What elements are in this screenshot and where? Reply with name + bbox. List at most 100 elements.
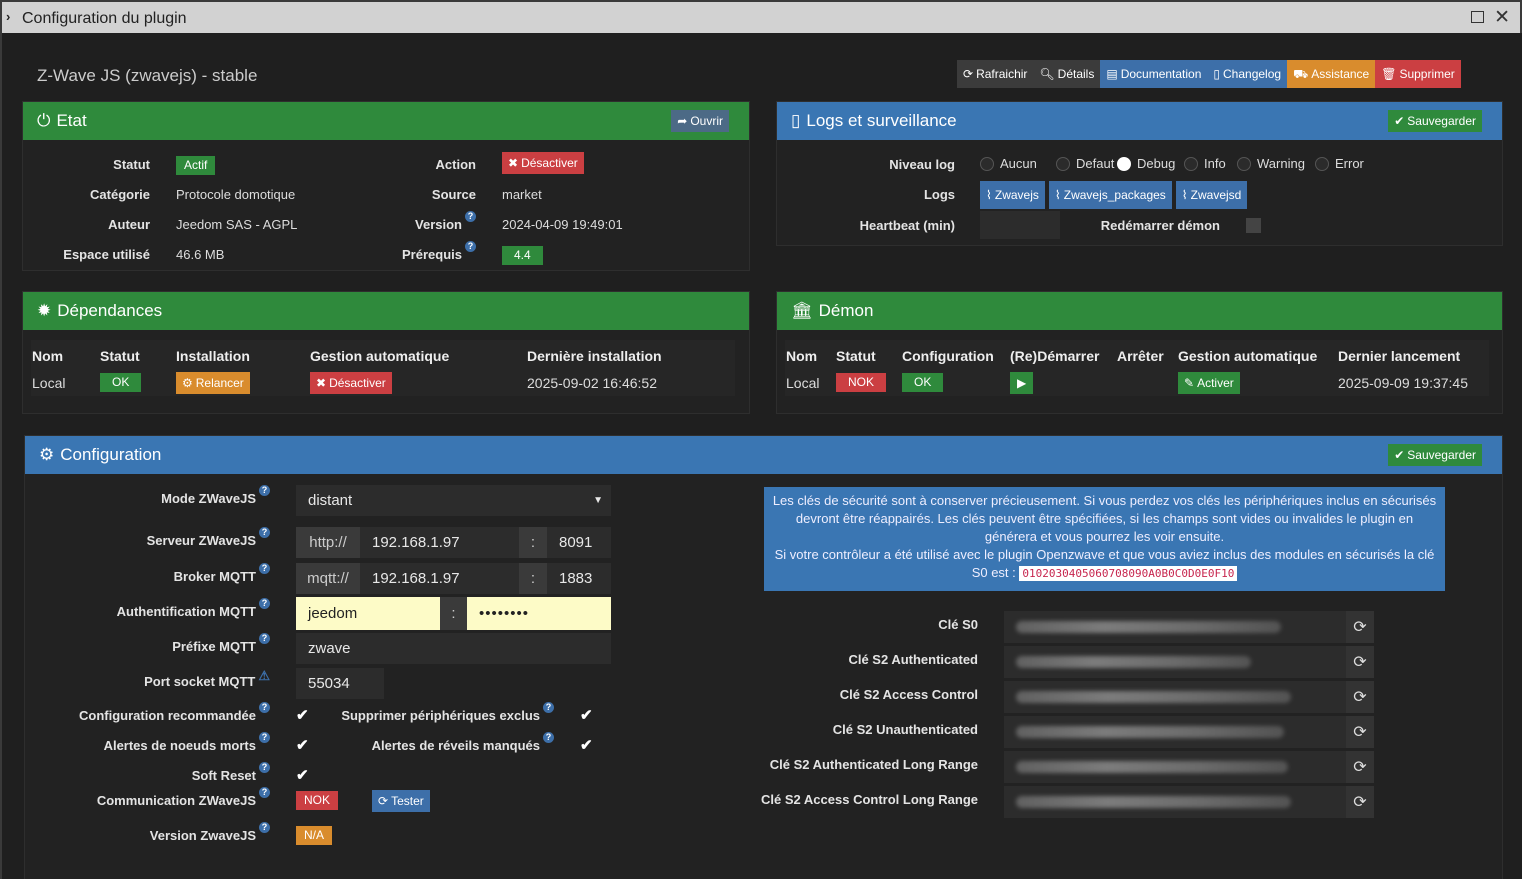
broker-proto: mqtt:// [296, 563, 360, 594]
maximize-icon[interactable] [1471, 11, 1484, 23]
tester-button[interactable]: ⟳ Tester [372, 790, 430, 812]
radio-debug[interactable]: Debug [1117, 156, 1184, 171]
broker-input-group: mqtt:// 192.168.1.97 : 1883 [296, 563, 611, 594]
config-save-button[interactable]: ✔ Sauvegarder [1388, 444, 1482, 466]
open-button[interactable]: ➦ Ouvrir [671, 110, 729, 132]
assistance-button[interactable]: ⛟ Assistance [1287, 60, 1376, 88]
refresh-label: Rafraichir [976, 67, 1028, 81]
port-input[interactable]: 55034 [296, 668, 384, 699]
refresh-button[interactable]: ⟳ Rafraichir [957, 60, 1034, 88]
regenerate-key-button[interactable]: ⟳ [1346, 681, 1374, 713]
mode-select[interactable]: distant ▼ [296, 485, 611, 516]
soft-reset-label: Soft Reset? [60, 762, 270, 783]
help-icon[interactable]: ? [259, 563, 270, 574]
key-s2-auth-input[interactable] [1004, 646, 1346, 678]
broker-label: Broker MQTT? [60, 563, 270, 584]
regenerate-key-button[interactable]: ⟳ [1346, 786, 1374, 818]
help-icon[interactable]: ? [465, 241, 476, 252]
radio-circle-selected[interactable] [1117, 156, 1131, 171]
mqtt-password-input[interactable]: •••••••• [467, 597, 611, 630]
close-icon[interactable]: ✕ [1494, 6, 1510, 29]
key-s2-unauth-input[interactable] [1004, 716, 1346, 748]
key-s0-input[interactable] [1004, 611, 1346, 643]
warning-icon[interactable]: ⚠ [258, 668, 270, 684]
relancer-button[interactable]: ⚙ Relancer [176, 372, 250, 394]
log-button-label: Zwavejsd [1190, 188, 1242, 202]
key-s2-auth-lr-input[interactable] [1004, 751, 1346, 783]
suppr-label: Supprimer périphériques exclus? [330, 702, 554, 723]
reco-label: Configuration recommandée? [60, 702, 270, 723]
prefix-input[interactable]: zwave [296, 633, 611, 664]
chevron-right-icon[interactable]: › [6, 9, 10, 24]
help-icon[interactable]: ? [259, 787, 270, 798]
radio-error[interactable]: Error [1315, 156, 1364, 171]
deps-last-install: 2025-09-02 16:46:52 [527, 375, 657, 391]
window-title: Configuration du plugin [22, 10, 187, 27]
radio-defaut[interactable]: Defaut [1056, 156, 1117, 171]
auteur-label: Auteur [108, 217, 150, 232]
mode-label-text: Mode ZWaveJS [161, 491, 256, 506]
help-icon[interactable]: ? [259, 762, 270, 773]
refresh-icon: ⟳ [1353, 654, 1367, 671]
radio-circle[interactable] [1237, 156, 1251, 171]
broker-ip-input[interactable]: 192.168.1.97 [360, 563, 519, 594]
radio-warning[interactable]: Warning [1237, 156, 1315, 171]
help-icon[interactable]: ? [543, 732, 554, 743]
demon-row-nom: Local [786, 375, 820, 391]
help-icon[interactable]: ? [465, 211, 476, 222]
demon-start-button[interactable]: ▶ [1010, 372, 1034, 394]
regenerate-key-button[interactable]: ⟳ [1346, 751, 1374, 783]
key-row-s2-access: Clé S2 Access Control ⟳ [760, 681, 1380, 713]
config-title: Configuration [60, 445, 162, 464]
blurred-value [1016, 656, 1251, 668]
radio-info[interactable]: Info [1184, 156, 1237, 171]
log-button-label: Zwavejs [994, 188, 1039, 202]
radio-circle[interactable] [980, 156, 994, 171]
activer-button[interactable]: ✎ Activer [1178, 372, 1240, 394]
statut-badge: Actif [176, 156, 216, 175]
heartbeat-input[interactable] [980, 211, 1060, 239]
serveur-ip-input[interactable]: 192.168.1.97 [360, 527, 519, 558]
soft-reset-checkbox[interactable]: ✔ [296, 766, 309, 784]
help-icon[interactable]: ? [259, 702, 270, 713]
help-icon[interactable]: ? [259, 485, 270, 496]
help-icon[interactable]: ? [259, 598, 270, 609]
key-s2-access-input[interactable] [1004, 681, 1346, 713]
delete-button[interactable]: 🗑︎ Supprimer [1375, 60, 1461, 88]
mode-value: distant [308, 492, 353, 509]
regenerate-key-button[interactable]: ⟳ [1346, 611, 1374, 643]
help-icon[interactable]: ? [259, 822, 270, 833]
blurred-value [1016, 761, 1288, 773]
radio-circle[interactable] [1184, 156, 1198, 171]
key-s2-access-lr-input[interactable] [1004, 786, 1346, 818]
help-icon[interactable]: ? [259, 732, 270, 743]
broker-port-input[interactable]: 1883 [547, 563, 611, 594]
alert-noeuds-checkbox[interactable]: ✔ [296, 736, 309, 754]
changelog-button[interactable]: ▯ Changelog [1207, 60, 1288, 88]
suppr-checkbox[interactable]: ✔ [580, 706, 593, 724]
prerequis-label-text: Prérequis [402, 247, 462, 262]
radio-circle[interactable] [1056, 156, 1070, 171]
mqtt-user-input[interactable]: jeedom [296, 597, 440, 630]
help-icon[interactable]: ? [543, 702, 554, 713]
log-zwavejs-button[interactable]: ⌇ Zwavejs [980, 181, 1045, 209]
log-zwavejsd-button[interactable]: ⌇ Zwavejsd [1175, 181, 1248, 209]
log-zwavejs-packages-button[interactable]: ⌇ Zwavejs_packages [1048, 181, 1172, 209]
reco-checkbox[interactable]: ✔ [296, 706, 309, 724]
details-button[interactable]: 🔍︎ Détails [1033, 60, 1101, 88]
action-label: Action [435, 157, 476, 172]
logs-save-button[interactable]: ✔ Sauvegarder [1388, 110, 1482, 132]
regenerate-key-button[interactable]: ⟳ [1346, 646, 1374, 678]
desactiver-button[interactable]: ✖ Désactiver [502, 152, 584, 174]
radio-circle[interactable] [1315, 156, 1329, 171]
help-icon[interactable]: ? [259, 633, 270, 644]
col-configuration: Configuration [902, 348, 994, 364]
serveur-port-input[interactable]: 8091 [547, 527, 611, 558]
alert-reveils-checkbox[interactable]: ✔ [580, 736, 593, 754]
regenerate-key-button[interactable]: ⟳ [1346, 716, 1374, 748]
documentation-button[interactable]: ▤ Documentation [1100, 60, 1208, 88]
deps-desactiver-button[interactable]: ✖ Désactiver [310, 372, 392, 394]
restart-demon-checkbox[interactable] [1246, 218, 1261, 233]
help-icon[interactable]: ? [259, 527, 270, 538]
radio-aucun[interactable]: Aucun [980, 156, 1056, 171]
